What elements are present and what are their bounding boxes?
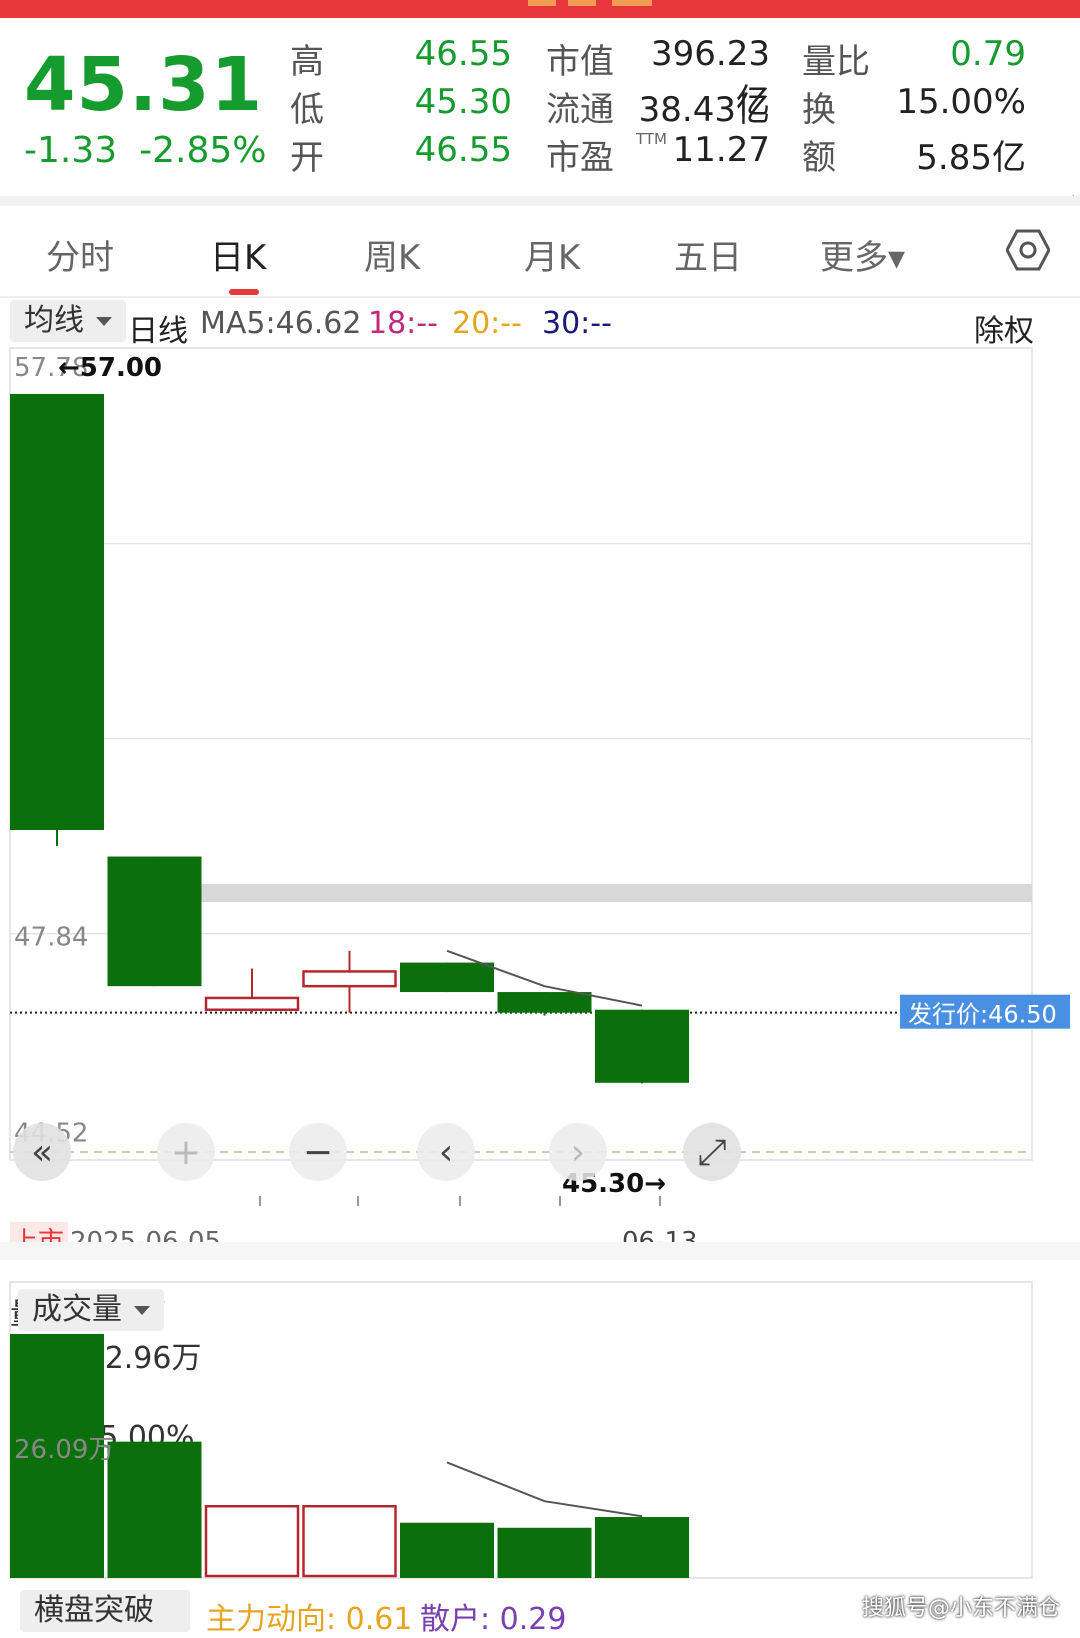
volume-selector[interactable]: 成交量 [18, 1289, 164, 1331]
volume-bar [595, 1517, 689, 1578]
x-start-label: 2025-06-05 [70, 1227, 221, 1242]
retail-value: 散户: 0.29 [420, 1602, 567, 1637]
chevron-down-icon [134, 1306, 150, 1315]
volume-bar [400, 1522, 494, 1578]
volume-value: 量:12.72万 [10, 1289, 1080, 1333]
volume-bar [302, 1504, 397, 1578]
candle-body [10, 393, 104, 831]
issue-price-label: 发行价:46.50 [908, 1001, 1057, 1029]
candle-body [204, 996, 300, 1011]
chart-control-button[interactable]: ‹ [417, 1123, 475, 1181]
plot-area [9, 347, 1033, 1161]
volume-ma5-line [446, 1461, 643, 1518]
volume-legend-bar: 成交量 量:12.72万 MA5:12.96万 10:-- 换手:15.00% [10, 1289, 1080, 1455]
max-price-label: ←57.00 [58, 353, 162, 383]
volume-bar [204, 1504, 300, 1578]
chart-control-button[interactable]: ⤢ [683, 1123, 741, 1181]
chart-control-button[interactable]: › [549, 1123, 607, 1181]
chart-control-button[interactable]: « [13, 1123, 71, 1181]
volume-ma5: MA5:12.96万 [10, 1341, 202, 1376]
indicator-selector[interactable]: 横盘突破 [20, 1590, 190, 1632]
listing-label: 上市 [12, 1227, 64, 1242]
candle-body [302, 970, 397, 988]
volume-ma10: 10:-- [10, 1377, 80, 1412]
candle-body [107, 856, 202, 987]
control-icon: › [571, 1132, 585, 1173]
chart-control-button[interactable]: + [157, 1123, 215, 1181]
control-icon: + [171, 1132, 201, 1173]
watermark: 搜狐号@小东不满仓 [862, 1596, 1061, 1621]
x-end-label: 06-13 [622, 1227, 698, 1242]
candle-body [400, 962, 494, 993]
control-icon: « [31, 1132, 53, 1173]
y-tick-label: 47.84 [14, 923, 88, 953]
indicator-selector-label: 横盘突破 [34, 1593, 154, 1628]
control-icon: ⤢ [698, 1132, 727, 1173]
chart-control-button[interactable]: − [289, 1123, 347, 1181]
turnover-rate: 换手:15.00% [10, 1420, 195, 1455]
volume-bar [497, 1527, 592, 1578]
volume-bar [107, 1441, 202, 1578]
scroll-band [160, 884, 1032, 902]
volume-selector-label: 成交量 [32, 1292, 122, 1327]
control-icon: − [303, 1132, 333, 1173]
candle-body [497, 992, 592, 1013]
main-force-value: 主力动向: 0.61 [206, 1602, 413, 1637]
control-icon: ‹ [439, 1132, 453, 1173]
candlestick-chart[interactable]: 57.7854.4651.1547.8444.52发行价:46.50←57.00… [0, 0, 1080, 1242]
divider [0, 1242, 1080, 1260]
candle-body [595, 1009, 689, 1083]
